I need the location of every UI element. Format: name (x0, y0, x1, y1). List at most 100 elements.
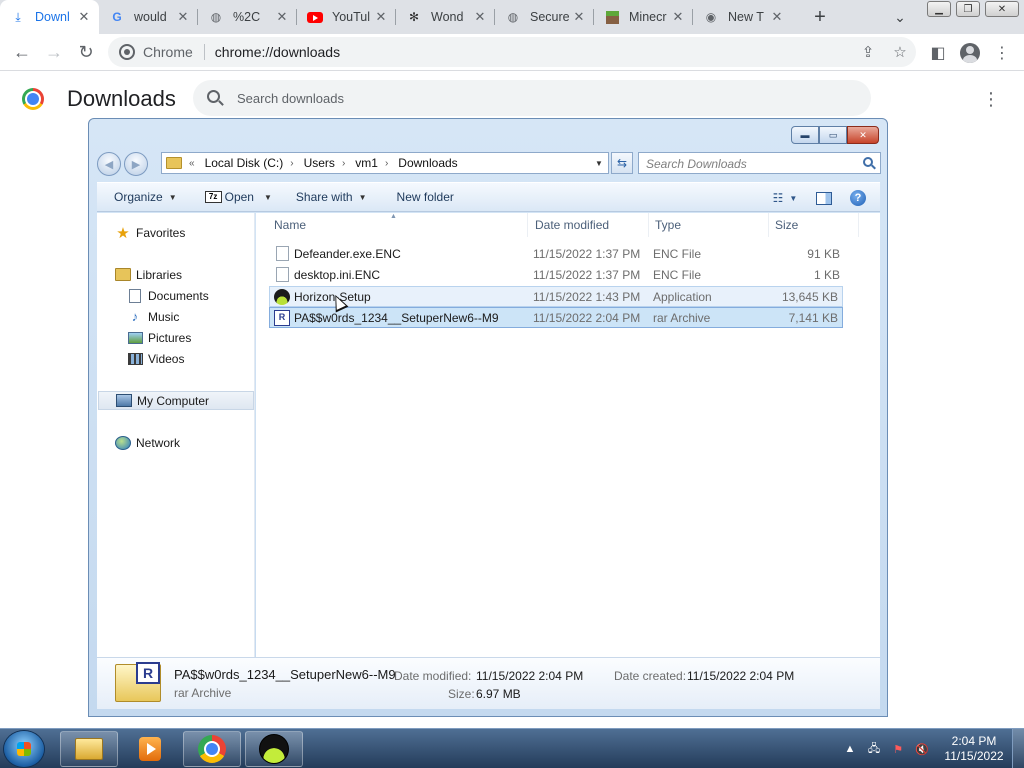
close-icon[interactable]: ✕ (176, 9, 190, 25)
explorer-search-input[interactable]: Search Downloads (638, 152, 881, 174)
nav-libraries[interactable]: Libraries (115, 265, 182, 284)
search-icon (207, 90, 220, 103)
file-date: 11/15/2022 1:37 PM (533, 247, 641, 261)
explorer-forward-button[interactable]: ▶ (124, 152, 148, 176)
breadcrumb-downloads[interactable]: Downloads (398, 156, 457, 170)
nav-documents[interactable]: Documents (127, 286, 209, 305)
details-file-type: rar Archive (174, 686, 232, 700)
tab-search-chevron-icon[interactable]: ⌄ (885, 0, 915, 34)
refresh-icon[interactable]: ⇆ (611, 152, 633, 174)
show-desktop-button[interactable] (1012, 729, 1024, 768)
omnibox-url[interactable]: chrome://downloads (215, 44, 340, 60)
tab-minecraft[interactable]: Minecr ✕ (594, 0, 693, 34)
taskbar-chrome-button[interactable] (183, 731, 241, 767)
file-date: 11/15/2022 1:43 PM (533, 290, 641, 304)
taskbar-clock[interactable]: 2:04 PM 11/15/2022 (939, 734, 1009, 764)
side-panel-icon[interactable]: ◧ (922, 37, 954, 69)
close-icon[interactable]: ✕ (374, 9, 388, 25)
file-row[interactable]: Defeander.exe.ENC 11/15/2022 1:37 PM ENC… (270, 244, 844, 265)
share-with-button[interactable]: Share with ▼ (296, 190, 367, 204)
explorer-minimize-button[interactable]: ▬ (791, 126, 819, 144)
back-button[interactable]: ← (6, 36, 38, 68)
address-bar[interactable]: Chrome chrome://downloads ⇪ ☆ (108, 37, 916, 67)
file-row[interactable]: Horizon-Setup 11/15/2022 1:43 PM Applica… (269, 286, 843, 307)
chrome-page-icon (119, 44, 135, 60)
downloads-search-input[interactable]: Search downloads (193, 80, 871, 116)
close-icon[interactable]: ✕ (671, 9, 685, 25)
chevron-right-icon[interactable]: › (342, 158, 345, 169)
dropdown-arrow-icon: ▼ (168, 192, 177, 202)
show-hidden-icons-icon[interactable]: ▲ (842, 741, 858, 757)
start-button[interactable] (4, 731, 44, 767)
nav-pictures[interactable]: Pictures (127, 328, 191, 347)
explorer-address-bar[interactable]: « Local Disk (C:) › Users › vm1 › Downlo… (161, 152, 609, 174)
preview-pane-button[interactable] (812, 188, 836, 208)
file-row[interactable]: R PA$$w0rds_1234__SetuperNew6--M9 11/15/… (269, 307, 843, 328)
close-icon[interactable]: ✕ (275, 9, 289, 25)
nav-my-computer[interactable]: My Computer (98, 391, 254, 410)
column-header-name[interactable]: Name (268, 213, 528, 237)
breadcrumb-vm1[interactable]: vm1 (355, 156, 378, 170)
close-icon[interactable]: ✕ (572, 9, 586, 25)
tab-secure[interactable]: ◍ Secure ✕ (495, 0, 594, 34)
search-placeholder: Search downloads (237, 91, 344, 106)
google-icon: G (112, 10, 122, 24)
media-player-icon (139, 737, 161, 761)
explorer-back-button[interactable]: ◀ (97, 152, 121, 176)
new-tab-button[interactable]: + (804, 0, 836, 34)
tab-google[interactable]: G would ✕ (99, 0, 198, 34)
breadcrumb-local-disk[interactable]: Local Disk (C:) (205, 156, 284, 170)
tab-percent[interactable]: ◍ %2C ✕ (198, 0, 297, 34)
explorer-maximize-button[interactable]: ▭ (819, 126, 847, 144)
change-view-icon[interactable]: ☷ ▼ (773, 188, 798, 208)
network-tray-icon[interactable]: 🖧 (866, 741, 882, 757)
taskbar-horizon-button[interactable] (245, 731, 303, 767)
close-window-button[interactable]: ✕ (985, 1, 1019, 17)
dropdown-arrow-icon: ▼ (263, 192, 272, 202)
new-folder-button[interactable]: New folder (397, 190, 454, 204)
close-icon[interactable]: ✕ (473, 9, 487, 25)
column-header-size[interactable]: Size (769, 213, 859, 237)
volume-muted-icon[interactable]: 🔇 (914, 741, 930, 757)
close-icon[interactable]: ✕ (77, 9, 91, 25)
nav-label: Favorites (136, 225, 186, 240)
globe-icon: ◍ (507, 10, 519, 24)
open-button[interactable]: 7z Open ▼ (204, 190, 272, 204)
more-actions-icon[interactable]: ⋮ (982, 88, 1000, 110)
tab-youtube[interactable]: YouTul ✕ (297, 0, 396, 34)
share-icon[interactable]: ⇪ (852, 37, 884, 67)
details-created-label: Date created: (614, 669, 687, 683)
taskbar-media-player-button[interactable] (121, 731, 179, 767)
taskbar-explorer-button[interactable] (60, 731, 118, 767)
nav-favorites[interactable]: ★ Favorites (115, 223, 185, 242)
chevron-right-icon[interactable]: › (385, 158, 388, 169)
restore-button[interactable]: ❐ (956, 1, 980, 17)
nav-videos[interactable]: Videos (127, 349, 184, 368)
forward-button[interactable]: → (38, 36, 70, 68)
star-icon: ★ (116, 224, 130, 242)
file-list: Name ▲ Date modified Type Size Defeander… (256, 213, 880, 657)
menu-kebab-icon[interactable]: ⋮ (986, 37, 1018, 69)
explorer-close-button[interactable]: ✕ (847, 126, 879, 144)
column-header-type[interactable]: Type (649, 213, 769, 237)
nav-label: Videos (148, 351, 185, 366)
reload-button[interactable]: ↻ (70, 36, 102, 68)
nav-network[interactable]: Network (115, 433, 180, 452)
nav-music[interactable]: ♪ Music (127, 307, 180, 326)
file-row[interactable]: desktop.ini.ENC 11/15/2022 1:37 PM ENC F… (270, 265, 844, 286)
column-header-date[interactable]: Date modified (529, 213, 649, 237)
organize-button[interactable]: Organize ▼ (114, 190, 177, 204)
minimize-button[interactable]: ▁ (927, 1, 951, 17)
chevron-right-icon[interactable]: › (290, 158, 293, 169)
tab-new-tab[interactable]: ◉ New T ✕ (693, 0, 792, 34)
action-center-icon[interactable]: ⚑ (890, 741, 906, 757)
tab-downloads[interactable]: ⤓ Downl ✕ (0, 0, 99, 34)
bookmark-star-icon[interactable]: ☆ (884, 37, 916, 67)
profile-button[interactable] (954, 37, 986, 69)
tab-wonder[interactable]: ✻ Wond ✕ (396, 0, 495, 34)
address-dropdown-icon[interactable]: ▼ (590, 153, 608, 173)
breadcrumb-overflow-icon[interactable]: « (189, 158, 195, 169)
help-button[interactable]: ? (846, 188, 870, 208)
breadcrumb-users[interactable]: Users (304, 156, 335, 170)
close-icon[interactable]: ✕ (770, 9, 784, 25)
